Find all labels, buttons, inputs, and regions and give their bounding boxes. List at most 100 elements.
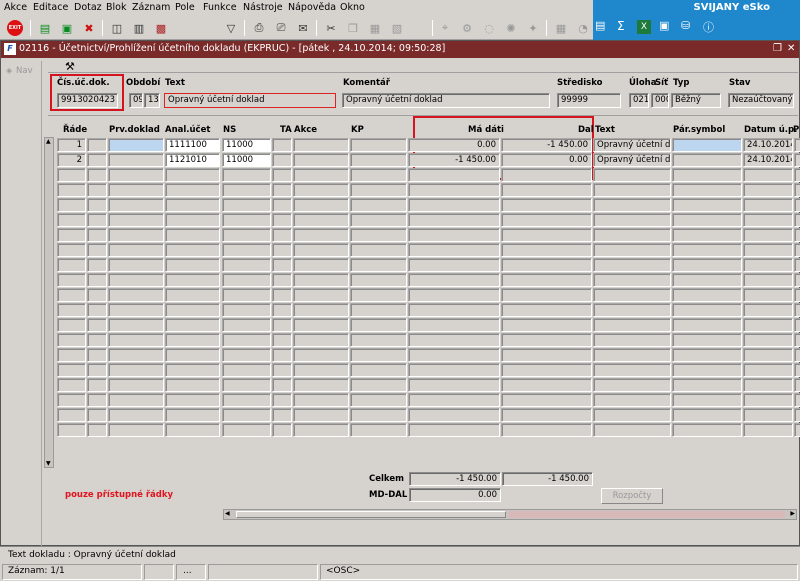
cell-row-no[interactable] bbox=[57, 288, 86, 302]
cell-row-no[interactable] bbox=[57, 333, 86, 347]
cell-prv-doklad[interactable] bbox=[108, 423, 164, 437]
grid-vertical-scrollbar[interactable]: ▲ ▼ bbox=[44, 137, 54, 468]
cell-pair-symbol[interactable] bbox=[672, 228, 742, 242]
cell-md[interactable] bbox=[408, 303, 500, 317]
calendar-icon[interactable]: ▦ bbox=[552, 19, 570, 37]
cell-pair-symbol[interactable] bbox=[672, 273, 742, 287]
period-month-field[interactable]: 09 bbox=[129, 93, 143, 108]
close-icon[interactable]: ✕ bbox=[787, 43, 795, 54]
cell-ns[interactable]: 11000 bbox=[222, 153, 271, 167]
cell-pair-symbol[interactable] bbox=[672, 363, 742, 377]
cell-row-no[interactable] bbox=[57, 198, 86, 212]
cell-prv-doklad[interactable] bbox=[108, 243, 164, 257]
cell-text[interactable] bbox=[593, 258, 671, 272]
task-field[interactable]: 021 bbox=[629, 93, 649, 108]
cell-action[interactable] bbox=[293, 318, 349, 332]
cell-text[interactable]: Opravný účetní dok bbox=[593, 153, 671, 167]
copy-icon[interactable]: ❐ bbox=[344, 19, 362, 37]
cell-mark[interactable] bbox=[87, 348, 107, 362]
cell-action[interactable] bbox=[293, 168, 349, 182]
clock-icon[interactable]: ◔ bbox=[574, 19, 592, 37]
cell-prv-doklad[interactable] bbox=[108, 288, 164, 302]
cell-ns[interactable] bbox=[222, 228, 271, 242]
cell-p[interactable] bbox=[794, 333, 800, 347]
cell-ns[interactable] bbox=[222, 258, 271, 272]
cell-text[interactable] bbox=[593, 168, 671, 182]
cell-action[interactable] bbox=[293, 363, 349, 377]
cell-p[interactable] bbox=[794, 318, 800, 332]
cell-account[interactable]: 1111100 bbox=[165, 138, 220, 152]
cell-action[interactable] bbox=[293, 303, 349, 317]
cell-action[interactable] bbox=[293, 408, 349, 422]
cell-prv-doklad[interactable] bbox=[108, 138, 164, 152]
cell-ns[interactable] bbox=[222, 378, 271, 392]
help-icon[interactable]: ⛁ bbox=[681, 19, 690, 32]
cell-row-no[interactable] bbox=[57, 303, 86, 317]
cell-ns[interactable] bbox=[222, 243, 271, 257]
cell-ns[interactable] bbox=[222, 213, 271, 227]
cell-md[interactable] bbox=[408, 333, 500, 347]
cell-ns[interactable] bbox=[222, 393, 271, 407]
cell-pair-symbol[interactable] bbox=[672, 318, 742, 332]
cell-prv-doklad[interactable] bbox=[108, 258, 164, 272]
first-record-icon[interactable]: ◫ bbox=[108, 19, 126, 37]
paste-icon[interactable]: ▦ bbox=[366, 19, 384, 37]
menu-editace[interactable]: Editace bbox=[33, 2, 68, 13]
cell-action[interactable] bbox=[293, 228, 349, 242]
cell-text[interactable] bbox=[593, 228, 671, 242]
clear-query-icon[interactable]: ▩ bbox=[152, 19, 170, 37]
cell-dal[interactable] bbox=[501, 408, 592, 422]
cell-ta[interactable] bbox=[272, 198, 292, 212]
cell-ns[interactable] bbox=[222, 423, 271, 437]
cell-row-no[interactable] bbox=[57, 318, 86, 332]
cell-mark[interactable] bbox=[87, 153, 107, 167]
cell-kp[interactable] bbox=[350, 168, 407, 182]
grid-horizontal-scrollbar[interactable]: ◀ ▶ bbox=[223, 509, 797, 520]
cell-mark[interactable] bbox=[87, 168, 107, 182]
cell-ta[interactable] bbox=[272, 183, 292, 197]
cell-p[interactable] bbox=[794, 393, 800, 407]
query-icon[interactable]: ▥ bbox=[130, 19, 148, 37]
cell-action[interactable] bbox=[293, 213, 349, 227]
cell-p[interactable] bbox=[794, 153, 800, 167]
cell-ta[interactable] bbox=[272, 393, 292, 407]
radar-icon[interactable]: ◌ bbox=[480, 19, 498, 37]
cell-p[interactable] bbox=[794, 303, 800, 317]
cell-date[interactable] bbox=[743, 333, 793, 347]
cell-mark[interactable] bbox=[87, 243, 107, 257]
state-field[interactable]: Nezaúčtovaný bbox=[728, 93, 794, 108]
scroll-down-icon[interactable]: ▼ bbox=[46, 460, 51, 467]
print-icon[interactable]: ⎙ bbox=[250, 19, 268, 37]
cell-kp[interactable] bbox=[350, 318, 407, 332]
cell-date[interactable] bbox=[743, 318, 793, 332]
cell-md[interactable] bbox=[408, 378, 500, 392]
cell-kp[interactable] bbox=[350, 333, 407, 347]
delete-record-icon[interactable]: ✖ bbox=[80, 19, 98, 37]
col-header-action[interactable]: Akce bbox=[294, 125, 317, 135]
cell-text[interactable] bbox=[593, 378, 671, 392]
cell-row-no[interactable] bbox=[57, 348, 86, 362]
calculator-icon[interactable]: ▣ bbox=[659, 19, 669, 32]
duplicate-icon[interactable]: ▧ bbox=[388, 19, 406, 37]
cell-md[interactable]: 0.00 bbox=[408, 138, 500, 152]
cell-dal[interactable] bbox=[501, 348, 592, 362]
refresh-icon[interactable]: ⌖ bbox=[436, 19, 454, 37]
cell-kp[interactable] bbox=[350, 153, 407, 167]
col-header-dal[interactable]: Dal bbox=[578, 125, 594, 135]
cell-dal[interactable] bbox=[501, 363, 592, 377]
center-field[interactable]: 99999 bbox=[557, 93, 621, 108]
cell-text[interactable] bbox=[593, 198, 671, 212]
cell-date[interactable] bbox=[743, 288, 793, 302]
cell-kp[interactable] bbox=[350, 363, 407, 377]
cell-row-no[interactable] bbox=[57, 168, 86, 182]
cell-ns[interactable] bbox=[222, 183, 271, 197]
cell-account[interactable]: 1121010 bbox=[165, 153, 220, 167]
excel-icon[interactable]: X bbox=[637, 20, 651, 34]
cell-kp[interactable] bbox=[350, 258, 407, 272]
cell-pair-symbol[interactable] bbox=[672, 408, 742, 422]
cell-p[interactable] bbox=[794, 348, 800, 362]
cell-row-no[interactable] bbox=[57, 243, 86, 257]
cell-ta[interactable] bbox=[272, 258, 292, 272]
cell-pair-symbol[interactable] bbox=[672, 288, 742, 302]
cell-prv-doklad[interactable] bbox=[108, 408, 164, 422]
